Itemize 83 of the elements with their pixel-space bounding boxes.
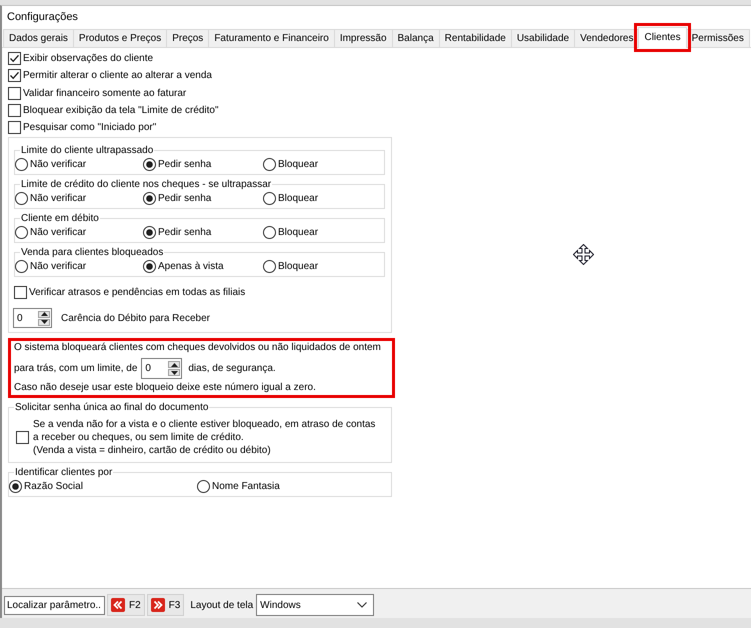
- radio-label[interactable]: Pedir senha: [158, 158, 212, 170]
- notice-text: dias, de segurança.: [188, 363, 276, 374]
- up-triangle-icon: [40, 312, 48, 316]
- caret-icon: [357, 602, 368, 608]
- radio-label[interactable]: Bloquear: [278, 226, 318, 238]
- checkbox-label[interactable]: Exibir observações do cliente: [23, 53, 154, 64]
- radio-button[interactable]: [143, 158, 156, 171]
- radio-label[interactable]: Razão Social: [24, 480, 83, 492]
- checkbox[interactable]: [8, 52, 21, 66]
- tab[interactable]: Vendedores: [574, 29, 640, 47]
- tab[interactable]: Faturamento e Financeiro: [208, 29, 335, 47]
- radio-button[interactable]: [143, 192, 156, 205]
- radio-button[interactable]: [263, 158, 276, 171]
- checkbox-label[interactable]: Bloquear exibição da tela "Limite de crédito": [23, 105, 219, 116]
- radio-label[interactable]: Não verificar: [30, 226, 86, 238]
- checkbox-label[interactable]: Verificar atrasos e pendências em todas as filiais: [29, 286, 246, 298]
- checkbox[interactable]: [8, 86, 21, 100]
- group-title: Cliente em débito: [20, 212, 100, 226]
- radio-button[interactable]: [15, 226, 28, 239]
- down-triangle-icon: [170, 370, 178, 375]
- next-button[interactable]: F3: [146, 594, 184, 616]
- previous-button[interactable]: F2: [107, 594, 145, 616]
- notice-text: Caso não deseje usar este bloqueio deixe este número igual a zero.: [14, 381, 317, 396]
- tab[interactable]: Usabilidade: [510, 29, 576, 47]
- tab[interactable]: Permissões: [686, 29, 750, 47]
- radio-button[interactable]: [263, 260, 276, 273]
- radio-button[interactable]: [143, 260, 156, 273]
- radio-label[interactable]: Bloquear: [278, 260, 318, 272]
- checkbox-label[interactable]: Permitir alterar o cliente ao alterar a venda: [23, 70, 212, 82]
- radio-label[interactable]: Não verificar: [30, 192, 86, 204]
- double-chevron-left-icon: [111, 598, 125, 612]
- radio-button[interactable]: [15, 192, 28, 205]
- down-triangle-icon: [40, 320, 48, 324]
- group-title: Identificar clientes por: [14, 466, 114, 480]
- tab[interactable]: Produtos e Preços: [72, 29, 168, 47]
- group-title: Solicitar senha única ao final do documento: [14, 401, 210, 414]
- notice-text: O sistema bloqueará clientes com cheques devolvidos ou não liquidados de ontem: [14, 341, 382, 356]
- move-cursor-icon: [573, 244, 594, 265]
- checkbox-label[interactable]: Validar financeiro somente ao faturar: [23, 88, 186, 99]
- radio-button[interactable]: [197, 480, 210, 493]
- radio-button[interactable]: [15, 260, 28, 273]
- number-field[interactable]: 0: [13, 308, 52, 328]
- checkbox[interactable]: [14, 286, 27, 299]
- checkbox-label[interactable]: Pesquisar como "Iniciado por": [23, 122, 156, 134]
- checkbox[interactable]: [8, 121, 21, 134]
- tab[interactable]: Dados gerais: [3, 29, 74, 47]
- tab[interactable]: Preços: [166, 29, 210, 47]
- window-title: Configurações: [7, 11, 78, 23]
- radio-label[interactable]: Não verificar: [30, 158, 86, 170]
- double-chevron-right-icon: [150, 598, 165, 612]
- spin-down-button[interactable]: [168, 369, 180, 376]
- checkbox[interactable]: [8, 69, 21, 82]
- radio-button[interactable]: [15, 158, 28, 171]
- layout-label: Layout de tela: [190, 600, 254, 610]
- radio-button[interactable]: [263, 226, 276, 239]
- radio-button[interactable]: [263, 192, 276, 205]
- tab[interactable]: Rentabilidade: [438, 29, 512, 47]
- radio-label[interactable]: Bloquear: [278, 192, 318, 204]
- radio-label[interactable]: Não verificar: [30, 260, 86, 272]
- radio-label[interactable]: Pedir senha: [158, 226, 212, 238]
- spin-up-button[interactable]: [38, 310, 50, 318]
- radio-button[interactable]: [9, 480, 22, 493]
- checkbox-label[interactable]: Se a venda não for a vista e o cliente estiver bloqueado, em atraso de contas a receber ou cheques, ou sem limite de crédito. (Venda a vista = dinheiro, cartão de crédito ou débito): [33, 418, 376, 458]
- radio-button[interactable]: [143, 226, 156, 239]
- checkbox[interactable]: [8, 104, 21, 118]
- tab[interactable]: Balança: [392, 29, 440, 47]
- group-title: Limite de crédito do cliente nos cheques - se ultrapassar: [20, 178, 272, 192]
- group-title: Limite do cliente ultrapassado: [20, 144, 154, 158]
- layout-dropdown[interactable]: Windows: [256, 594, 374, 616]
- radio-label[interactable]: Pedir senha: [158, 192, 212, 204]
- radio-label[interactable]: Apenas à vista: [158, 260, 224, 272]
- checkbox[interactable]: [16, 431, 29, 444]
- radio-label[interactable]: Bloquear: [278, 158, 318, 170]
- spin-down-button[interactable]: [38, 318, 50, 326]
- up-triangle-icon: [170, 362, 178, 367]
- search-field[interactable]: Localizar parâmetro..: [4, 596, 105, 614]
- field-label: Carência do Débito para Receber: [61, 312, 210, 324]
- radio-label[interactable]: Nome Fantasia: [212, 480, 280, 492]
- group-title: Venda para clientes bloqueados: [20, 246, 164, 260]
- notice-text: para trás, com um limite, de: [14, 363, 138, 374]
- tab[interactable]: Impressão: [334, 29, 393, 47]
- spin-up-button[interactable]: [168, 361, 180, 368]
- number-field[interactable]: 0: [141, 358, 182, 380]
